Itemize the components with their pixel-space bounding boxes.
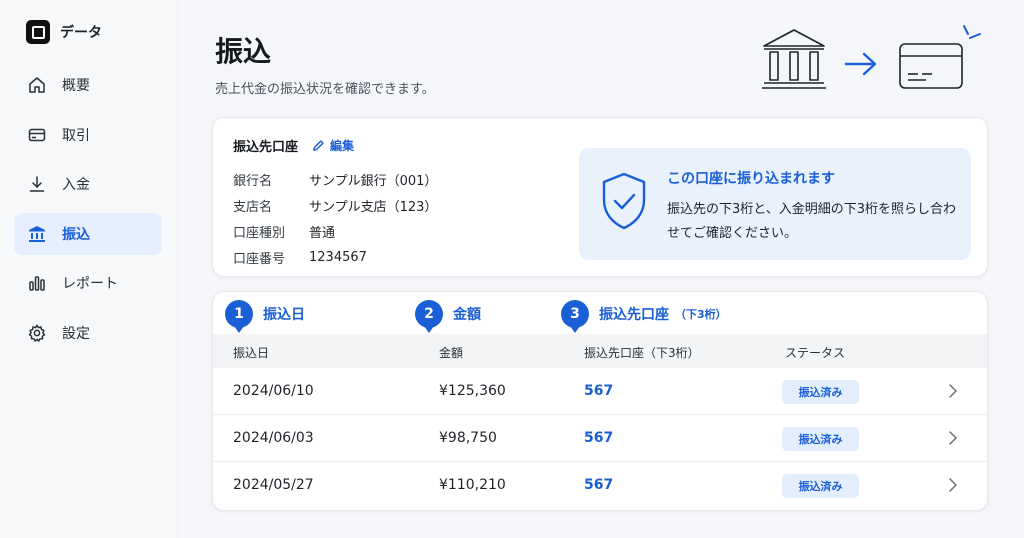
sidebar-item-label: 振込 [62, 226, 90, 243]
edit-account-button[interactable]: 編集 [312, 137, 354, 154]
sidebar-item-overview[interactable]: 概要 [14, 64, 162, 106]
step-note: （下3桁） [675, 308, 727, 321]
sidebar-item-label: 入金 [62, 177, 90, 193]
step-number-badge: 1 [225, 300, 253, 333]
notice-title: この口座に振り込まれます [667, 171, 835, 187]
step-date: 1 振込日 [225, 300, 305, 333]
sidebar-item-transactions[interactable]: 取引 [14, 114, 162, 156]
step-number-badge: 3 [561, 300, 589, 333]
account-field-label: 口座番号 [233, 251, 286, 267]
sidebar-item-reports[interactable]: レポート [14, 262, 162, 304]
home-icon [26, 74, 48, 96]
account-field-label: 口座種別 [233, 225, 286, 241]
cell-account: 567 [584, 430, 614, 446]
chevron-right-icon[interactable] [947, 477, 959, 493]
step-guide: 1 振込日 2 金額 3 振込先口座 （下3桁） [223, 300, 983, 334]
transfers-table-card: 1 振込日 2 金額 3 振込先口座 （下3桁） 振込日 金額 振込先口座（下3… [212, 291, 988, 511]
sidebar-item-deposits[interactable]: 入金 [14, 163, 162, 205]
chevron-right-icon[interactable] [947, 383, 959, 399]
cell-amount: ¥125,360 [439, 383, 506, 399]
account-row-number: 口座番号 1234567 [233, 244, 437, 270]
bank-to-card-illustration [762, 25, 981, 89]
status-badge: 振込済み [782, 427, 859, 451]
gear-icon [26, 322, 48, 344]
account-row-branch: 支店名 サンプル支店（123） [233, 192, 437, 218]
cell-date: 2024/05/27 [233, 477, 314, 493]
edit-account-label: 編集 [330, 139, 355, 153]
account-card-title: 振込先口座 [233, 140, 299, 155]
bank-icon [26, 223, 48, 245]
step-account: 3 振込先口座 （下3桁） [561, 300, 727, 333]
sidebar-item-settings[interactable]: 設定 [14, 312, 162, 354]
step-amount: 2 金額 [415, 300, 481, 333]
sidebar-item-label: 概要 [62, 78, 90, 94]
account-row-bank: 銀行名 サンプル銀行（001） [233, 166, 437, 192]
table-row[interactable]: 2024/05/27 ¥110,210 567 振込済み [213, 462, 987, 509]
column-header-date: 振込日 [233, 346, 270, 360]
sidebar-item-label: 取引 [62, 127, 90, 144]
sidebar-item-label: レポート [62, 276, 118, 292]
account-notice: この口座に振り込まれます 振込先の下3桁と、入金明細の下3桁を照らし合わせてご確… [579, 148, 971, 260]
sidebar-item-label: 設定 [62, 325, 90, 342]
account-field-value: サンプル銀行（001） [309, 173, 438, 189]
table-header: 振込日 金額 振込先口座（下3桁） ステータス [213, 334, 987, 368]
cell-account: 567 [584, 383, 614, 399]
account-field-label: 支店名 [233, 199, 273, 215]
card-icon [26, 124, 48, 146]
sidebar-nav: 概要 取引 入金 振込 レポート 設定 [14, 64, 162, 361]
column-header-account: 振込先口座（下3桁） [584, 346, 700, 360]
sidebar-item-transfers[interactable]: 振込 [14, 212, 162, 255]
cell-date: 2024/06/03 [233, 430, 314, 446]
cell-amount: ¥110,210 [439, 477, 506, 493]
step-label: 振込先口座 [599, 307, 669, 323]
brand[interactable]: データ [26, 20, 102, 44]
chevron-right-icon[interactable] [947, 430, 959, 446]
cell-date: 2024/06/10 [233, 383, 314, 399]
page-title: 振込 [215, 35, 272, 68]
account-field-label: 銀行名 [233, 173, 273, 189]
account-details: 銀行名 サンプル銀行（001） 支店名 サンプル支店（123） 口座種別 普通 … [233, 166, 437, 270]
table-row[interactable]: 2024/06/10 ¥125,360 567 振込済み [213, 368, 987, 415]
account-field-value: 1234567 [309, 249, 367, 265]
step-number-badge: 2 [415, 300, 443, 333]
download-icon [26, 173, 48, 195]
status-badge: 振込済み [782, 380, 859, 404]
cell-account: 567 [584, 477, 614, 493]
column-header-amount: 金額 [439, 346, 464, 360]
sidebar: データ 概要 取引 入金 振込 レポート 設定 [0, 0, 178, 538]
brand-logo-icon [26, 20, 50, 44]
account-card: 振込先口座 編集 銀行名 サンプル銀行（001） 支店名 サンプル支店（123）… [212, 117, 988, 277]
account-row-type: 口座種別 普通 [233, 218, 437, 244]
pencil-icon [313, 140, 324, 151]
table-row[interactable]: 2024/06/03 ¥98,750 567 振込済み [213, 415, 987, 462]
brand-name: データ [60, 25, 102, 41]
column-header-status: ステータス [785, 346, 846, 360]
status-badge: 振込済み [782, 474, 859, 498]
notice-body: 振込先の下3桁と、入金明細の下3桁を照らし合わせてご確認ください。 [667, 202, 957, 241]
account-field-value: サンプル支店（123） [309, 199, 438, 215]
page-subtitle: 売上代金の振込状況を確認できます。 [215, 82, 435, 97]
step-label: 振込日 [263, 307, 305, 323]
account-field-value: 普通 [309, 225, 336, 241]
cell-amount: ¥98,750 [439, 430, 497, 446]
shield-check-icon [602, 172, 646, 230]
bar-chart-icon [26, 272, 48, 294]
step-label: 金額 [453, 307, 481, 323]
